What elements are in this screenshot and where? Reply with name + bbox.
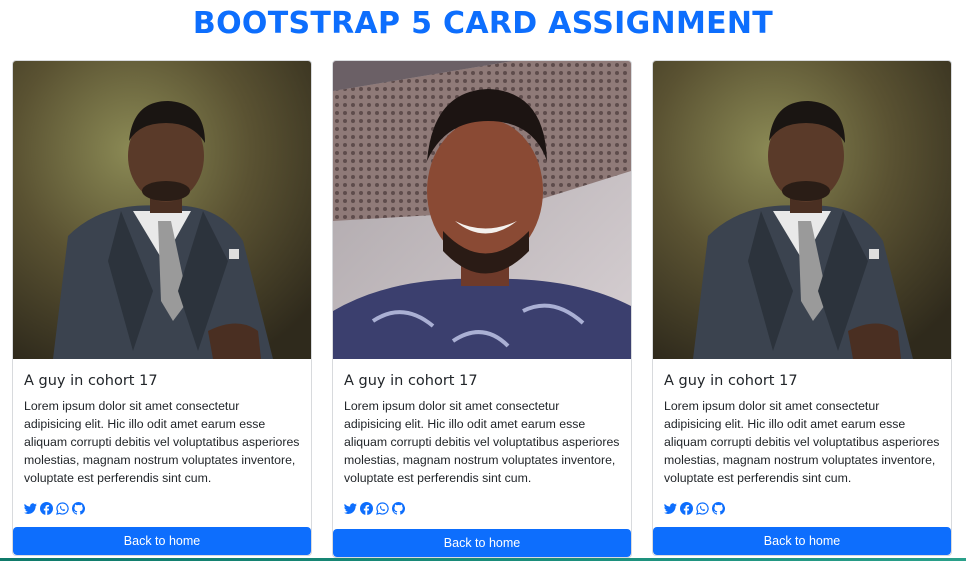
card-photo-2: [333, 61, 631, 359]
whatsapp-icon[interactable]: [56, 502, 69, 515]
twitter-icon[interactable]: [24, 502, 37, 515]
card-title: A guy in cohort 17: [344, 373, 478, 389]
page-title: BOOTSTRAP 5 CARD ASSIGNMENT: [192, 6, 774, 41]
social-links: [24, 501, 300, 515]
back-to-home-button[interactable]: Back to home: [333, 529, 631, 557]
card-text: Lorem ipsum dolor sit amet consectetur a…: [344, 399, 620, 485]
social-links: [344, 501, 620, 515]
back-to-home-button[interactable]: Back to home: [13, 527, 311, 555]
facebook-icon[interactable]: [40, 502, 53, 515]
card-title: A guy in cohort 17: [664, 373, 798, 389]
whatsapp-icon[interactable]: [376, 502, 389, 515]
card-text: Lorem ipsum dolor sit amet consectetur a…: [664, 399, 940, 485]
twitter-icon[interactable]: [344, 502, 357, 515]
profile-card-2: A guy in cohort 17 Lorem ipsum dolor sit…: [332, 60, 632, 558]
github-icon[interactable]: [712, 502, 725, 515]
card-photo-3: [653, 61, 951, 359]
facebook-icon[interactable]: [360, 502, 373, 515]
back-to-home-button[interactable]: Back to home: [653, 527, 951, 555]
github-icon[interactable]: [392, 502, 405, 515]
facebook-icon[interactable]: [680, 502, 693, 515]
whatsapp-icon[interactable]: [696, 502, 709, 515]
card-text: Lorem ipsum dolor sit amet consectetur a…: [24, 399, 300, 485]
twitter-icon[interactable]: [664, 502, 677, 515]
profile-card-1: A guy in cohort 17 Lorem ipsum dolor sit…: [12, 60, 312, 556]
card-photo-1: [13, 61, 311, 359]
card-title: A guy in cohort 17: [24, 373, 158, 389]
social-links: [664, 501, 940, 515]
profile-card-3: A guy in cohort 17 Lorem ipsum dolor sit…: [652, 60, 952, 556]
github-icon[interactable]: [72, 502, 85, 515]
